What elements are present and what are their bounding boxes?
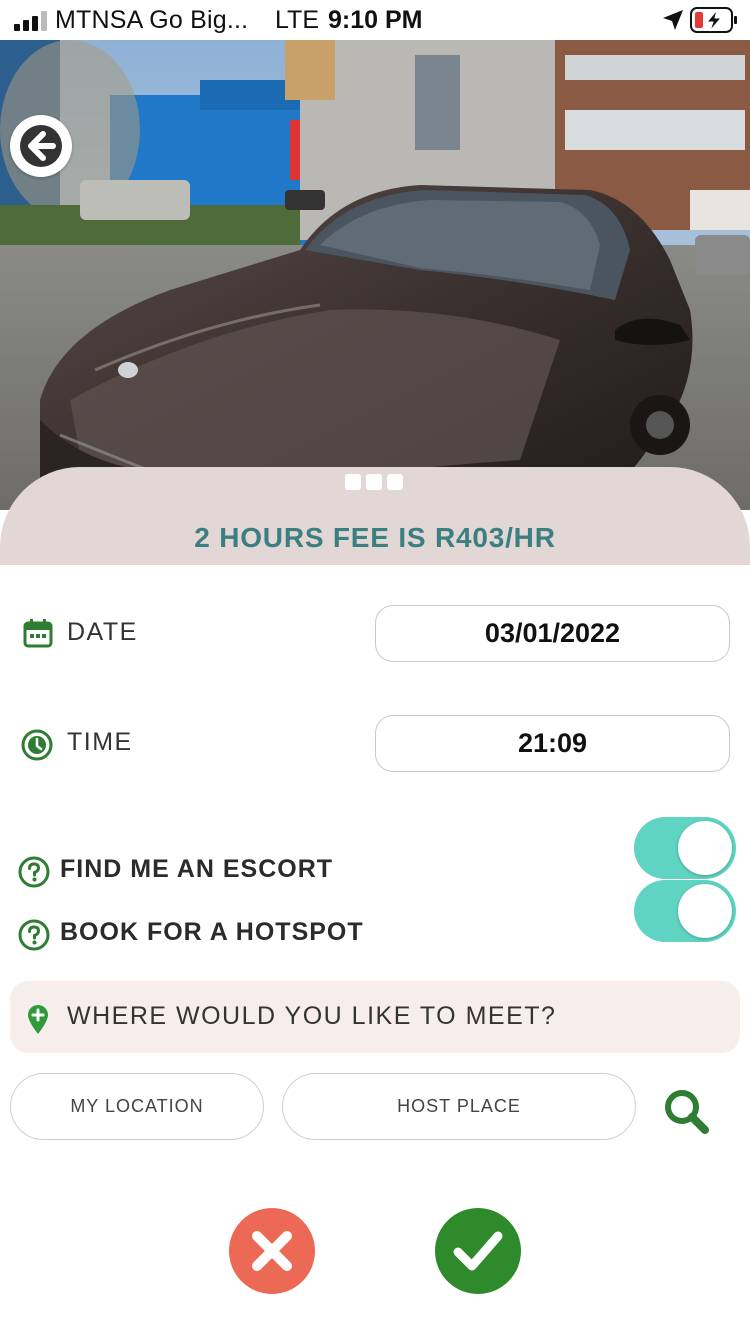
find-escort-toggle[interactable] [634, 817, 736, 879]
back-button[interactable] [10, 115, 72, 177]
map-pin-plus-icon [28, 1005, 48, 1034]
time-field[interactable]: 21:09 [375, 715, 730, 772]
carousel-dot[interactable] [366, 474, 382, 490]
cancel-button[interactable] [229, 1208, 315, 1294]
arrow-left-icon [20, 125, 62, 167]
carousel-dot[interactable] [345, 474, 361, 490]
carrier-name: MTNSA Go Big... [55, 6, 249, 34]
check-icon [453, 1231, 503, 1271]
confirm-button[interactable] [435, 1208, 521, 1294]
date-label: DATE [67, 618, 138, 646]
signal-icon [14, 11, 48, 31]
date-field[interactable]: 03/01/2022 [375, 605, 730, 662]
car-photo-illustration [0, 40, 750, 510]
question-circle-icon[interactable] [18, 919, 50, 951]
status-bar: MTNSA Go Big... LTE 9:10 PM [0, 0, 750, 40]
location-arrow-icon [663, 10, 683, 30]
meeting-place-prompt: WHERE WOULD YOU LIKE TO MEET? [67, 1002, 557, 1030]
my-location-button[interactable]: MY LOCATION [10, 1073, 264, 1140]
hotspot-label: BOOK FOR A HOTSPOT [60, 918, 364, 946]
fee-text: 2 HOURS FEE IS R403/HR [194, 522, 556, 553]
status-time: 9:10 PM [328, 6, 423, 34]
carousel-indicator[interactable] [345, 474, 403, 490]
question-circle-icon[interactable] [18, 856, 50, 888]
search-icon[interactable] [662, 1087, 710, 1135]
clock-icon [21, 729, 53, 761]
toggle-knob [678, 821, 732, 875]
car-photo[interactable] [0, 40, 750, 510]
hotspot-toggle[interactable] [634, 880, 736, 942]
close-icon [252, 1231, 292, 1271]
time-label: TIME [67, 728, 133, 756]
carousel-dot[interactable] [387, 474, 403, 490]
toggle-knob [678, 884, 732, 938]
battery-charging-icon [690, 7, 737, 33]
find-escort-label: FIND ME AN ESCORT [60, 855, 334, 883]
calendar-icon [23, 619, 53, 648]
network-type: LTE [275, 6, 319, 34]
host-place-button[interactable]: HOST PLACE [282, 1073, 636, 1140]
